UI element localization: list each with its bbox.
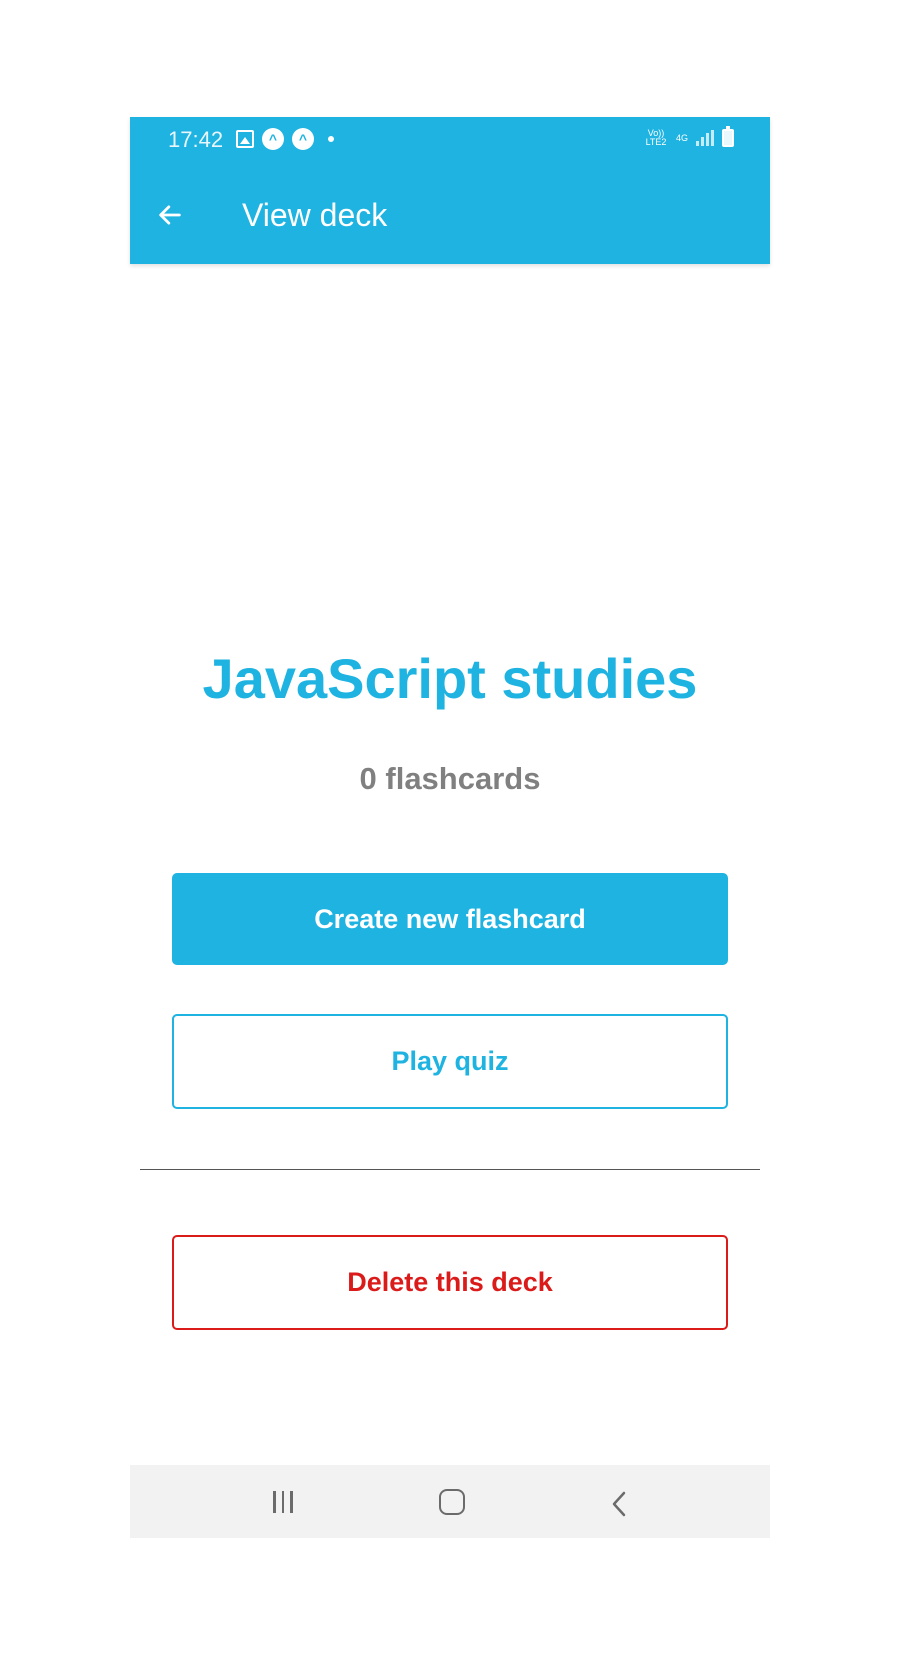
- play-quiz-button[interactable]: Play quiz: [172, 1014, 728, 1109]
- page-title: View deck: [242, 197, 388, 233]
- home-icon[interactable]: [439, 1489, 465, 1515]
- status-indicators: Vo)) LTE2 4G: [644, 126, 734, 147]
- status-time: 17:42: [168, 127, 224, 152]
- create-flashcard-button[interactable]: Create new flashcard: [172, 873, 728, 965]
- battery-icon: [722, 126, 734, 147]
- phone-screen: 17:42 ^ ^ Vo)) LTE2 4G View deck JavaScr…: [130, 117, 770, 1538]
- status-bar: 17:42 ^ ^ Vo)) LTE2 4G: [130, 117, 770, 161]
- arrow-left-icon: [159, 205, 181, 225]
- signal-icon: [696, 130, 714, 146]
- back-button[interactable]: [150, 195, 190, 235]
- app-notification-icon: ^: [292, 128, 314, 150]
- chevron-left-icon[interactable]: [610, 1491, 628, 1522]
- notification-icons: ^ ^: [236, 128, 334, 150]
- recents-icon[interactable]: [273, 1491, 293, 1513]
- divider: [140, 1169, 760, 1170]
- app-bar: 17:42 ^ ^ Vo)) LTE2 4G View deck: [130, 117, 770, 264]
- volte-label: Vo)) LTE2: [645, 128, 667, 147]
- network-type-label: 4G: [675, 132, 688, 143]
- delete-deck-button[interactable]: Delete this deck: [172, 1235, 728, 1330]
- toolbar: View deck: [130, 187, 770, 247]
- system-nav-bar: [130, 1465, 770, 1538]
- gallery-icon: [236, 130, 254, 148]
- flashcard-count: 0 flashcards: [359, 761, 541, 796]
- app-notification-icon: ^: [262, 128, 284, 150]
- deck-title: JavaScript studies: [202, 647, 698, 710]
- more-notifications-icon: [328, 136, 334, 142]
